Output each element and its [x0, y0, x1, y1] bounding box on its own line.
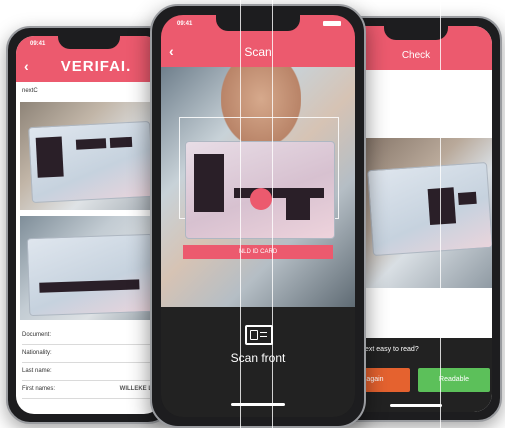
chevron-left-icon[interactable]: ‹ [24, 58, 29, 74]
left-id-photo-front [20, 102, 158, 210]
glare-line [440, 0, 441, 428]
id-card-icon-avatar [250, 330, 258, 340]
right-id-card [367, 161, 492, 257]
field-last-name-label: Last name: [22, 368, 52, 374]
id-card-icon-line-2 [260, 336, 267, 337]
right-card-text-redaction [457, 191, 477, 205]
try-again-label: again [366, 376, 384, 383]
left-phone-screen: 09:41 ‹ VERIFAI. nextC Document: Nationa… [16, 36, 162, 414]
scan-panel: Scan front [161, 307, 355, 417]
doc-type-badge: NLD ID CARD [183, 245, 333, 259]
left-id-photo-back [20, 216, 158, 320]
left-fields: Document: Nationality: Last name: D Firs… [16, 328, 162, 414]
right-notch [384, 26, 448, 40]
camera-preview: NLD ID CARD [161, 67, 355, 307]
center-card-name-redaction [234, 188, 324, 198]
right-card-photo-redaction [427, 187, 457, 226]
id-card-icon [245, 325, 273, 345]
field-nationality: Nationality: [22, 346, 156, 363]
field-first-names: First names: WILLEKE LE [22, 382, 156, 399]
pink-progress-indicator [250, 188, 272, 210]
field-last-name: Last name: D [22, 364, 156, 381]
glare-line [240, 0, 241, 428]
center-card-photo-redaction [194, 154, 224, 212]
left-card-text-redaction [75, 138, 107, 150]
glare-line [272, 0, 273, 428]
left-small-label: nextC [22, 88, 38, 94]
left-card-mrz-redaction [39, 279, 140, 293]
field-document-label: Document: [22, 332, 52, 338]
center-title: Scan [244, 45, 272, 59]
field-nationality-label: Nationality: [22, 350, 52, 356]
center-notch [216, 15, 300, 31]
center-phone-screen: 09:41 ‹ Scan NLD ID CARD Scan front [161, 15, 355, 417]
field-document: Document: [22, 328, 156, 345]
scan-front-label[interactable]: Scan front [161, 351, 355, 365]
left-phone: 09:41 ‹ VERIFAI. nextC Document: Nationa… [6, 26, 172, 424]
id-card-icon-line [260, 332, 267, 333]
center-status-time: 09:41 [177, 21, 193, 27]
field-first-names-label: First names: [22, 386, 56, 392]
left-id-card-front [28, 120, 154, 204]
readable-label: Readable [439, 376, 469, 383]
left-card-photo-redaction [35, 136, 64, 178]
left-id-card-back [26, 233, 156, 317]
center-card-text-redaction [286, 198, 310, 220]
left-status-time: 09:41 [30, 41, 46, 47]
center-id-card [185, 141, 335, 239]
left-notch [58, 36, 120, 49]
center-phone: 09:41 ‹ Scan NLD ID CARD Scan front [150, 4, 366, 428]
center-status-icons [323, 21, 341, 26]
left-card-text-redaction-2 [109, 136, 133, 148]
right-home-indicator [390, 404, 442, 407]
readable-button[interactable]: Readable [418, 368, 490, 392]
brand-logo: VERIFAI. [60, 58, 132, 75]
